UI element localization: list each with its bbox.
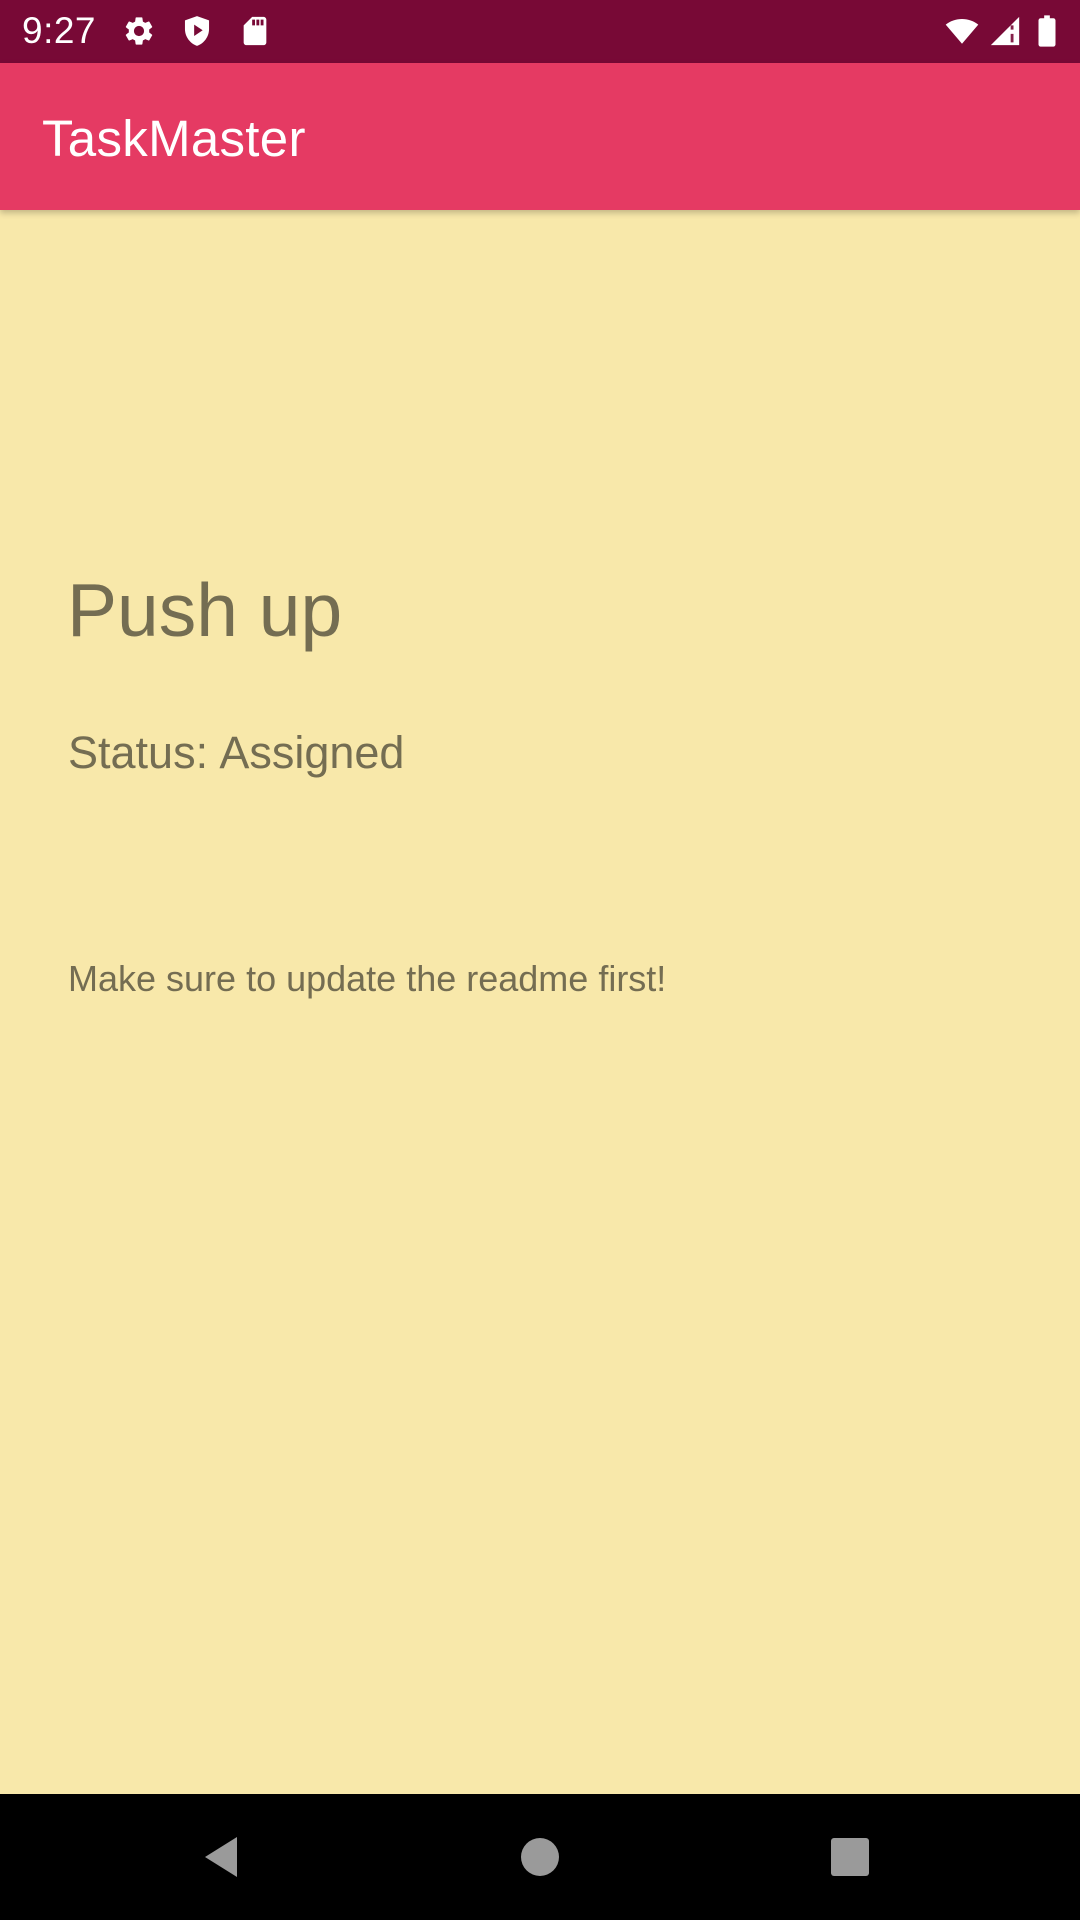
task-title: Push up <box>67 568 343 652</box>
recents-icon[interactable] <box>822 1829 878 1885</box>
task-description: Make sure to update the readme first! <box>68 958 667 999</box>
task-status-label: Status: <box>68 727 209 778</box>
task-status-value: Assigned <box>219 727 405 778</box>
sd-card-icon <box>238 14 272 48</box>
app-title: TaskMaster <box>42 110 306 167</box>
task-status: Status: Assigned <box>68 726 404 780</box>
status-bar: 9:27 <box>0 0 1080 63</box>
status-time: 9:27 <box>22 10 97 51</box>
wifi-icon <box>942 14 982 48</box>
gear-icon <box>122 14 156 48</box>
navigation-bar <box>0 1794 1080 1920</box>
home-icon[interactable] <box>512 1829 568 1885</box>
task-detail-screen: 9:27 TaskMaster Push up Status: Assigned … <box>0 0 1080 1920</box>
shield-play-icon <box>180 14 214 48</box>
battery-icon <box>1036 14 1058 48</box>
back-icon[interactable] <box>197 1829 253 1885</box>
app-bar: TaskMaster <box>0 63 1080 210</box>
cell-signal-icon <box>988 14 1022 48</box>
